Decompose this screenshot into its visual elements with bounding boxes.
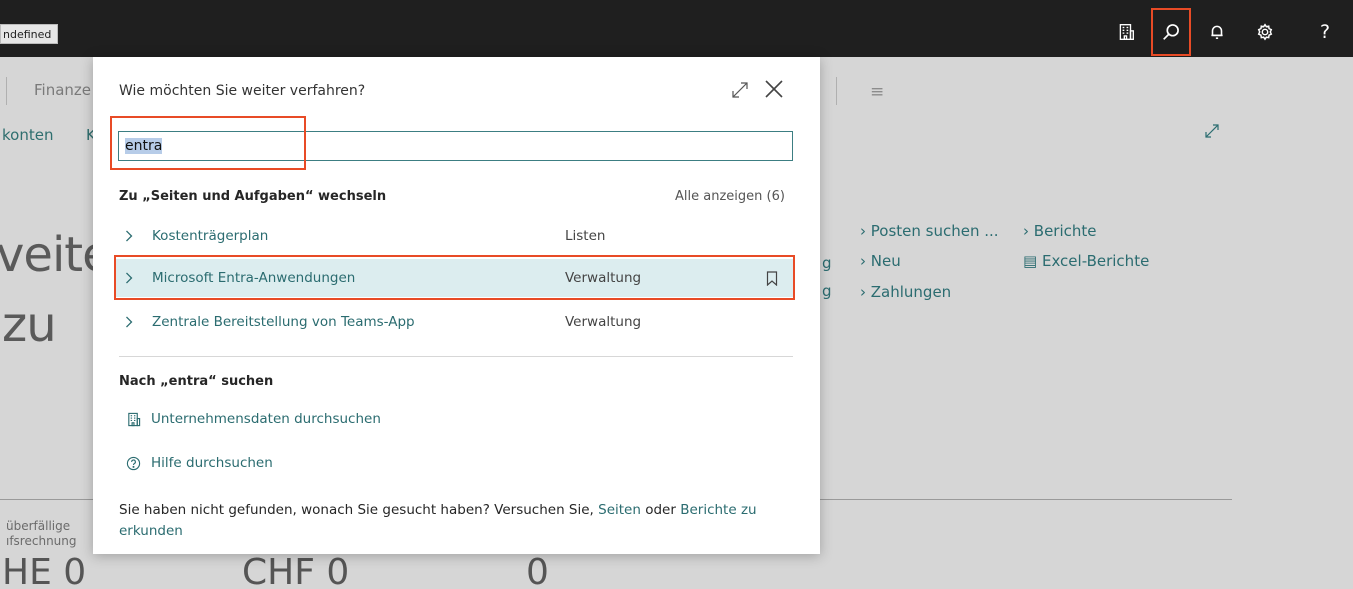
- search-icon: [1163, 24, 1179, 40]
- gear-icon: [1257, 23, 1273, 41]
- link-reports[interactable]: › Berichte: [1023, 222, 1097, 240]
- link-excel-reports[interactable]: ▤ Excel-Berichte: [1023, 252, 1149, 270]
- company-button[interactable]: [1106, 8, 1146, 56]
- tell-me-dialog: Wie möchten Sie weiter verfahren? Zu „Se…: [93, 57, 820, 554]
- chevron-right-icon: [126, 230, 133, 242]
- tile-value[interactable]: HE 0: [2, 552, 86, 589]
- search-button[interactable]: [1151, 8, 1191, 56]
- headline-line-2: zu: [2, 297, 57, 353]
- dialog-title: Wie möchten Sie weiter verfahren?: [119, 83, 366, 99]
- expand-icon[interactable]: [1204, 123, 1220, 139]
- chevron-right-icon: ›: [1023, 222, 1029, 240]
- pages-link[interactable]: Seiten: [598, 502, 641, 518]
- settings-button[interactable]: [1245, 8, 1285, 56]
- result-name: Microsoft Entra-Anwendungen: [152, 270, 356, 286]
- report-icon: ▤: [1023, 252, 1038, 270]
- show-all-link[interactable]: Alle anzeigen (6): [675, 189, 785, 204]
- result-row[interactable]: Zentrale Bereitstellung von Teams-App Ve…: [115, 303, 793, 341]
- top-bar: ndefined ?: [0, 0, 1353, 57]
- dialog-divider: [119, 356, 793, 357]
- search-input[interactable]: [118, 131, 793, 161]
- chevron-right-icon: ›: [860, 283, 866, 301]
- search-help-button[interactable]: Hilfe durchsuchen: [125, 455, 273, 471]
- search-company-data-button[interactable]: Unternehmensdaten durchsuchen: [125, 411, 381, 427]
- link-new[interactable]: › Neu: [860, 252, 901, 270]
- sub-nav-accounts[interactable]: konten: [2, 126, 53, 144]
- close-icon[interactable]: [763, 78, 785, 100]
- help-icon: ?: [1319, 21, 1331, 43]
- section-search-heading: Nach „entra“ suchen: [119, 374, 274, 389]
- nav-separator: [836, 77, 837, 105]
- action-label: Hilfe durchsuchen: [151, 455, 273, 471]
- chevron-right-icon: ›: [860, 252, 866, 270]
- bookmark-icon[interactable]: [766, 270, 778, 286]
- bell-icon: [1211, 25, 1223, 39]
- help-circle-icon: [125, 455, 141, 471]
- result-row[interactable]: Kostenträgerplan Listen: [115, 217, 793, 255]
- result-category: Verwaltung: [565, 314, 642, 330]
- action-label: Unternehmensdaten durchsuchen: [151, 411, 381, 427]
- result-row-selected[interactable]: Microsoft Entra-Anwendungen Verwaltung: [115, 259, 793, 297]
- menu-icon[interactable]: ≡: [870, 82, 884, 102]
- section-pages-heading: Zu „Seiten und Aufgaben“ wechseln: [119, 189, 387, 204]
- result-name: Kostenträgerplan: [152, 228, 269, 244]
- chevron-right-icon: ›: [860, 222, 866, 240]
- truncated-link[interactable]: g: [822, 254, 832, 272]
- nav-separator: [6, 77, 7, 105]
- tile-value[interactable]: CHF 0: [242, 552, 349, 589]
- company-icon: [125, 411, 141, 427]
- tile-label: überfällige ıfsrechnung: [6, 519, 77, 548]
- truncated-link[interactable]: g: [822, 282, 832, 300]
- result-category: Verwaltung: [565, 270, 642, 286]
- footer-hint: Sie haben nicht gefunden, wonach Sie ges…: [119, 502, 757, 539]
- result-name: Zentrale Bereitstellung von Teams-App: [152, 314, 415, 330]
- tile-value[interactable]: 0: [526, 552, 549, 589]
- help-button[interactable]: ?: [1305, 8, 1345, 56]
- link-find-entries[interactable]: › Posten suchen ...: [860, 222, 999, 240]
- environment-badge: ndefined: [0, 24, 59, 44]
- expand-icon[interactable]: [731, 81, 749, 99]
- nav-item-finance[interactable]: Finanze: [34, 81, 91, 99]
- company-icon: [1119, 24, 1134, 40]
- chevron-right-icon: [126, 272, 133, 284]
- result-category: Listen: [565, 228, 606, 244]
- notifications-button[interactable]: [1197, 8, 1237, 56]
- link-payments[interactable]: › Zahlungen: [860, 283, 951, 301]
- chevron-right-icon: [126, 316, 133, 328]
